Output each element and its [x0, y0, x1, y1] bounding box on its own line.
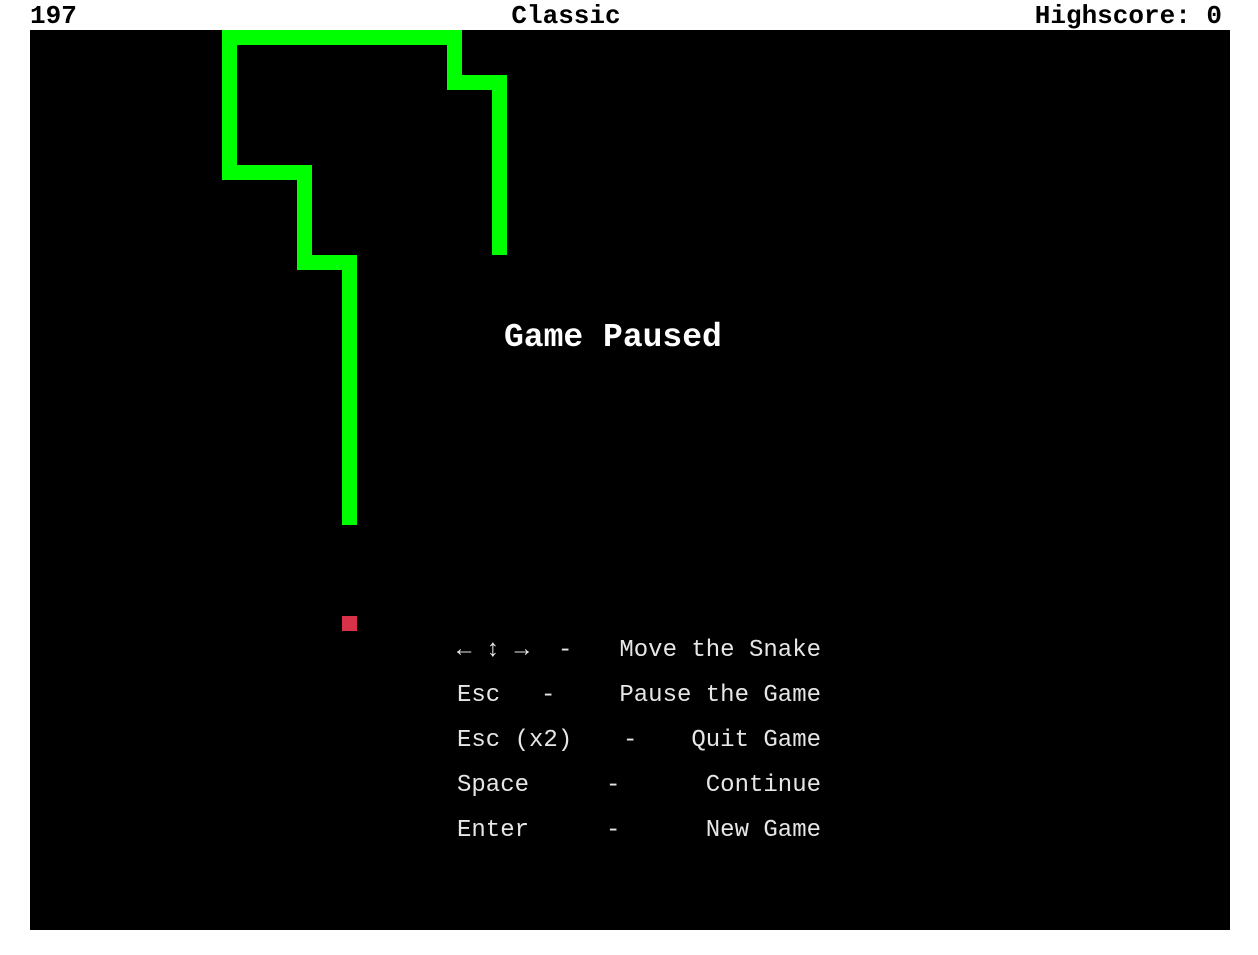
control-key: ← ↕ →: [457, 637, 530, 664]
control-key: Esc (x2): [457, 727, 573, 754]
control-action: Quit Game: [691, 727, 821, 754]
highscore-label: Highscore: 0: [1034, 1, 1222, 31]
control-separator: -: [558, 637, 573, 664]
control-row-move: ← ↕ → - Move the Snake: [457, 637, 821, 682]
control-key: Esc: [457, 682, 501, 709]
control-row-pause: Esc - Pause the Game: [457, 682, 821, 727]
control-separator: -: [606, 772, 621, 799]
control-action: Pause the Game: [619, 682, 821, 709]
controls-help: ← ↕ → - Move the Snake Esc - Pause the G…: [457, 637, 821, 862]
control-separator: -: [541, 682, 556, 709]
control-row-continue: Space - Continue: [457, 772, 821, 817]
game-board[interactable]: Game Paused ← ↕ → - Move the Snake Esc -…: [30, 30, 1230, 930]
game-mode-label: Classic: [511, 1, 621, 31]
status-bar: 197 Classic Highscore: 0: [30, 0, 1230, 31]
control-key: Space: [457, 772, 530, 799]
control-action: Continue: [705, 772, 821, 799]
snake-body: [222, 30, 507, 525]
food-pellet: [342, 616, 357, 631]
control-action: Move the Snake: [619, 637, 821, 664]
control-key: Enter: [457, 817, 530, 844]
control-row-quit: Esc (x2) - Quit Game: [457, 727, 821, 772]
control-separator: -: [606, 817, 621, 844]
control-row-new-game: Enter - New Game: [457, 817, 821, 862]
pause-title: Game Paused: [504, 319, 722, 356]
control-action: New Game: [705, 817, 821, 844]
control-separator: -: [623, 727, 638, 754]
